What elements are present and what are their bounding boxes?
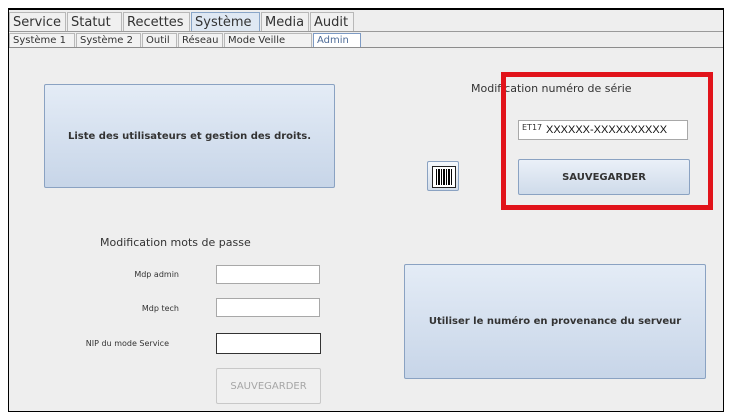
tab-service[interactable]: Service	[9, 12, 66, 31]
tab-systeme[interactable]: Système	[191, 12, 260, 31]
admin-password-label: Mdp admin	[134, 270, 179, 279]
subtab-admin[interactable]: Admin	[313, 33, 361, 47]
admin-password-field[interactable]	[216, 265, 320, 284]
app-window: Service Statut Recettes Système Media Au…	[8, 8, 724, 412]
subtab-mode-veille[interactable]: Mode Veille	[224, 33, 312, 47]
main-tab-bar: Service Statut Recettes Système Media Au…	[9, 10, 723, 32]
tab-recettes[interactable]: Recettes	[123, 12, 190, 31]
serial-highlight-box	[501, 72, 713, 210]
tab-media[interactable]: Media	[261, 12, 309, 31]
subtab-systeme-2[interactable]: Système 2	[76, 33, 141, 47]
tab-audit[interactable]: Audit	[310, 12, 354, 31]
passwords-heading: Modification mots de passe	[100, 236, 251, 249]
barcode-icon	[432, 166, 456, 188]
subtab-reseau[interactable]: Réseau	[178, 33, 223, 47]
barcode-button[interactable]	[427, 161, 459, 191]
use-server-number-button[interactable]: Utiliser le numéro en provenance du serv…	[404, 264, 706, 379]
admin-panel: Liste des utilisateurs et gestion des dr…	[9, 48, 723, 411]
users-rights-button[interactable]: Liste des utilisateurs et gestion des dr…	[44, 84, 335, 188]
sub-tab-bar: Système 1 Système 2 Outil Réseau Mode Ve…	[9, 32, 723, 48]
subtab-outil[interactable]: Outil	[142, 33, 177, 47]
service-pin-label: NIP du mode Service	[85, 339, 169, 348]
tech-password-field[interactable]	[216, 298, 320, 317]
password-save-button[interactable]: SAUVEGARDER	[216, 368, 321, 404]
tech-password-label: Mdp tech	[141, 304, 179, 313]
subtab-systeme-1[interactable]: Système 1	[9, 33, 75, 47]
service-pin-field[interactable]	[216, 333, 321, 354]
tab-statut[interactable]: Statut	[67, 12, 122, 31]
